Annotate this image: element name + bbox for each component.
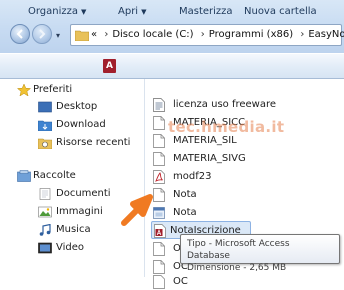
- download-folder-icon: [38, 120, 52, 131]
- tooltip-type: Tipo - Microsoft Access Database: [187, 239, 290, 261]
- document-icon: [153, 275, 165, 289]
- nav-item-musica[interactable]: Musica: [56, 224, 91, 235]
- new-folder-button[interactable]: Nuova cartella: [244, 6, 317, 17]
- nav-item-download[interactable]: Download: [56, 119, 106, 130]
- breadcrumb-easynota[interactable]: EasyNota: [308, 29, 344, 40]
- organize-label: Organizza: [28, 6, 79, 17]
- command-bar: [0, 53, 344, 79]
- nav-favorites[interactable]: Preferiti: [33, 84, 72, 95]
- star-icon: [17, 84, 31, 96]
- nav-item-video[interactable]: Video: [56, 242, 84, 253]
- file-name: modf23: [173, 171, 212, 182]
- breadcrumb-programmi[interactable]: Programmi (x86): [209, 29, 293, 40]
- open-label: Apri: [118, 6, 139, 17]
- breadcrumb-separator[interactable]: ›: [100, 29, 112, 40]
- document-icon: [153, 116, 165, 130]
- file-name: Nota: [173, 207, 197, 218]
- text-file-icon: [153, 98, 165, 112]
- breadcrumb-separator[interactable]: ›: [197, 29, 209, 40]
- access-app-icon: A: [103, 59, 116, 73]
- chevron-down-icon: ▼: [81, 8, 87, 16]
- organize-menu-button[interactable]: Organizza ▼: [28, 6, 86, 17]
- breadcrumb: « › Disco locale (C:) › Programmi (x86) › E…: [91, 29, 344, 40]
- document-icon: [153, 152, 165, 166]
- access-database-icon: [154, 224, 166, 238]
- application-icon: [153, 207, 165, 219]
- nav-item-desktop[interactable]: Desktop: [56, 101, 97, 112]
- nav-item-documenti[interactable]: Documenti: [56, 188, 111, 199]
- file-name: licenza uso freeware: [173, 99, 277, 110]
- recent-places-icon: [38, 138, 52, 149]
- pdf-icon: [153, 170, 165, 184]
- arrow-right-icon: [39, 29, 46, 39]
- breadcrumb-separator[interactable]: ›: [296, 29, 308, 40]
- file-name: Nota: [173, 189, 197, 200]
- documents-library-icon: [39, 188, 51, 200]
- folder-icon: [75, 30, 89, 41]
- nav-item-immagini[interactable]: Immagini: [56, 206, 103, 217]
- back-button[interactable]: [10, 24, 30, 44]
- document-icon: [153, 134, 165, 148]
- recent-pages-dropdown[interactable]: ▾: [56, 31, 60, 40]
- file-info-tooltip: Tipo - Microsoft Access Database Dimensi…: [180, 234, 340, 273]
- document-icon: [153, 242, 165, 256]
- nav-libraries[interactable]: Raccolte: [33, 170, 76, 181]
- tooltip-size: Dimensione - 2,65 MB: [187, 263, 287, 273]
- document-icon: [153, 260, 165, 274]
- breadcrumb-disco-locale[interactable]: Disco locale (C:): [112, 29, 193, 40]
- pointer-arrow-icon: [121, 194, 153, 226]
- file-name: OC: [173, 276, 188, 287]
- file-name: MATERIA_SIVG: [173, 153, 246, 164]
- libraries-icon: [17, 170, 31, 182]
- video-library-icon: [38, 242, 52, 254]
- music-library-icon: [39, 224, 51, 236]
- pictures-library-icon: [38, 206, 52, 218]
- burn-button[interactable]: Masterizza: [179, 6, 233, 17]
- watermark: tec.hmedia.it: [168, 118, 285, 136]
- breadcrumb-overflow[interactable]: «: [91, 29, 97, 40]
- file-name: MATERIA_SIL: [173, 135, 237, 146]
- document-icon: [153, 188, 165, 202]
- desktop-icon: [38, 101, 52, 113]
- chevron-down-icon: ▼: [141, 8, 147, 16]
- navigation-pane: Preferiti Desktop Download Risorse recen…: [0, 79, 145, 277]
- address-bar[interactable]: « › Disco locale (C:) › Programmi (x86) › E…: [70, 24, 344, 46]
- open-button[interactable]: Apri ▼: [118, 6, 146, 17]
- forward-button[interactable]: [32, 24, 52, 44]
- arrow-left-icon: [16, 29, 23, 39]
- nav-item-recent[interactable]: Risorse recenti: [56, 137, 130, 148]
